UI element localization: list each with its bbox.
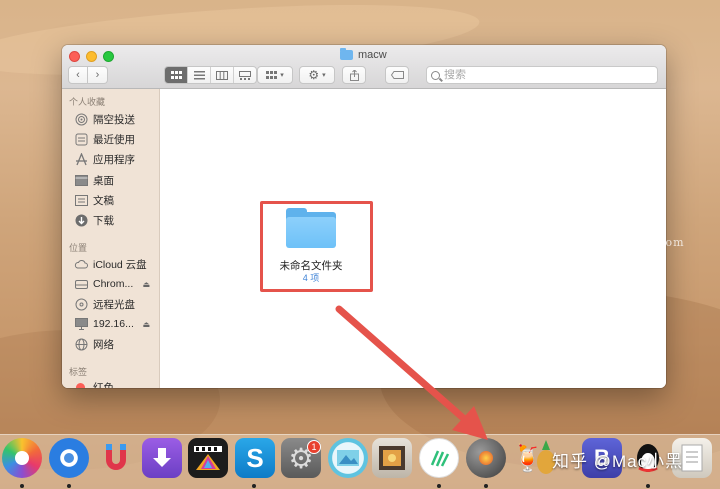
- sidebar: 个人收藏 隔空投送 最近使用 应用程序 桌面 文稿 下载 位置 iCloud 云…: [62, 89, 160, 388]
- sidebar-item-label: 文稿: [93, 194, 114, 207]
- running-indicator: [67, 484, 71, 488]
- maximize-button[interactable]: [103, 51, 114, 62]
- notification-badge: 1: [307, 440, 321, 454]
- chevron-down-icon: ▾: [322, 72, 326, 79]
- sidebar-item-label: 应用程序: [93, 153, 135, 166]
- chevron-down-icon: ▾: [280, 72, 284, 79]
- chevron-right-icon: ›: [95, 69, 100, 81]
- chevron-left-icon: ‹: [76, 69, 80, 81]
- tag-icon: [390, 71, 404, 79]
- sidebar-item-recents[interactable]: 最近使用: [74, 130, 160, 148]
- sidebar-item-icloud[interactable]: iCloud 云盘: [74, 255, 160, 273]
- gear-icon: ⚙: [308, 68, 320, 82]
- sidebar-item-remote-disc[interactable]: 远程光盘: [74, 295, 160, 313]
- task-app-icon[interactable]: [419, 438, 459, 478]
- desktop-icon: [74, 173, 88, 187]
- photo-booth-icon[interactable]: [372, 438, 412, 478]
- columns-icon: [216, 70, 228, 80]
- grid-icon: [266, 70, 278, 79]
- eject-icon[interactable]: ⏏: [142, 320, 150, 329]
- sidebar-section-locations: 位置: [69, 243, 88, 253]
- chrome-browser-icon[interactable]: [49, 438, 89, 478]
- monitor-icon: [74, 317, 88, 331]
- final-cut-pro-icon[interactable]: [188, 438, 228, 478]
- running-indicator: [437, 484, 441, 488]
- sidebar-item-chrome-drive[interactable]: Chrom... ⏏: [74, 275, 160, 293]
- sidebar-item-label: 下载: [93, 214, 114, 227]
- arrange-button[interactable]: ▾: [257, 66, 293, 84]
- disc-burner-app-icon[interactable]: [466, 438, 506, 478]
- gallery-icon: [239, 70, 251, 80]
- documents-icon: [74, 193, 88, 207]
- search-field[interactable]: [426, 66, 658, 84]
- downloads-icon: [74, 213, 88, 227]
- running-indicator: [646, 484, 650, 488]
- sidebar-item-label: 192.16...: [93, 318, 134, 330]
- running-indicator: [252, 484, 256, 488]
- sidebar-item-label: 桌面: [93, 174, 114, 187]
- magnet-app-icon[interactable]: [96, 438, 136, 478]
- close-button[interactable]: [69, 51, 80, 62]
- list-icon: [193, 70, 205, 79]
- disc-icon: [74, 297, 88, 311]
- red-tag-icon: [76, 382, 85, 388]
- watermark: www.MacW.com: [582, 236, 685, 249]
- running-indicator: [20, 484, 24, 488]
- recents-icon: [74, 132, 88, 146]
- sidebar-item-applications[interactable]: 应用程序: [74, 150, 160, 168]
- applications-icon: [74, 152, 88, 166]
- network-icon: [74, 337, 88, 351]
- sidebar-item-desktop[interactable]: 桌面: [74, 171, 160, 189]
- gallery-view-button[interactable]: [234, 67, 256, 83]
- share-button[interactable]: [342, 66, 366, 84]
- drive-icon: [74, 277, 88, 291]
- eject-icon[interactable]: ⏏: [142, 280, 150, 289]
- back-button[interactable]: ‹: [68, 66, 88, 84]
- photos-app-icon[interactable]: [2, 438, 42, 478]
- sidebar-item-label: 最近使用: [93, 133, 135, 146]
- view-switcher: [164, 66, 257, 84]
- sidebar-item-airdrop[interactable]: 隔空投送: [74, 110, 160, 128]
- sidebar-section-favorites: 个人收藏: [69, 97, 106, 107]
- action-button[interactable]: ⚙ ▾: [299, 66, 335, 84]
- running-indicator: [484, 484, 488, 488]
- airdrop-icon: [74, 112, 88, 126]
- list-view-button[interactable]: [188, 67, 211, 83]
- share-icon: [349, 69, 359, 81]
- folder-item-count: 4 项: [302, 273, 320, 283]
- sidebar-item-label: 网络: [93, 338, 114, 351]
- image-viewer-icon[interactable]: [328, 438, 368, 478]
- sidebar-section-tags: 标签: [69, 367, 88, 377]
- search-input[interactable]: [444, 69, 644, 81]
- sidebar-item-tag-red[interactable]: 红色: [74, 378, 160, 388]
- sidebar-item-label: iCloud 云盘: [93, 258, 147, 271]
- window-title: macw: [340, 48, 387, 61]
- screenflow-app-icon[interactable]: S: [235, 438, 275, 478]
- minimize-button[interactable]: [86, 51, 97, 62]
- grid-icon: [170, 70, 182, 79]
- tags-button[interactable]: [385, 66, 409, 84]
- sidebar-item-documents[interactable]: 文稿: [74, 191, 160, 209]
- sidebar-item-label: 远程光盘: [93, 298, 135, 311]
- forward-button[interactable]: ›: [88, 66, 108, 84]
- cloud-icon: [74, 257, 88, 271]
- column-view-button[interactable]: [211, 67, 234, 83]
- folder-icon: [340, 48, 353, 60]
- sidebar-item-label: 隔空投送: [93, 113, 135, 126]
- sidebar-item-downloads[interactable]: 下载: [74, 211, 160, 229]
- sidebar-item-network[interactable]: 网络: [74, 335, 160, 353]
- icon-view-button[interactable]: [165, 67, 188, 83]
- sidebar-item-label: 红色: [93, 381, 114, 389]
- window-title-text: macw: [358, 49, 387, 61]
- downloader-app-icon[interactable]: [142, 438, 182, 478]
- sidebar-item-server[interactable]: 192.16... ⏏: [74, 315, 160, 333]
- folder-icon[interactable]: [286, 208, 336, 248]
- watermark-overlay: 知乎 @Mac小黑: [552, 452, 684, 471]
- search-icon: [431, 70, 440, 80]
- sidebar-item-label: Chrom...: [93, 278, 134, 290]
